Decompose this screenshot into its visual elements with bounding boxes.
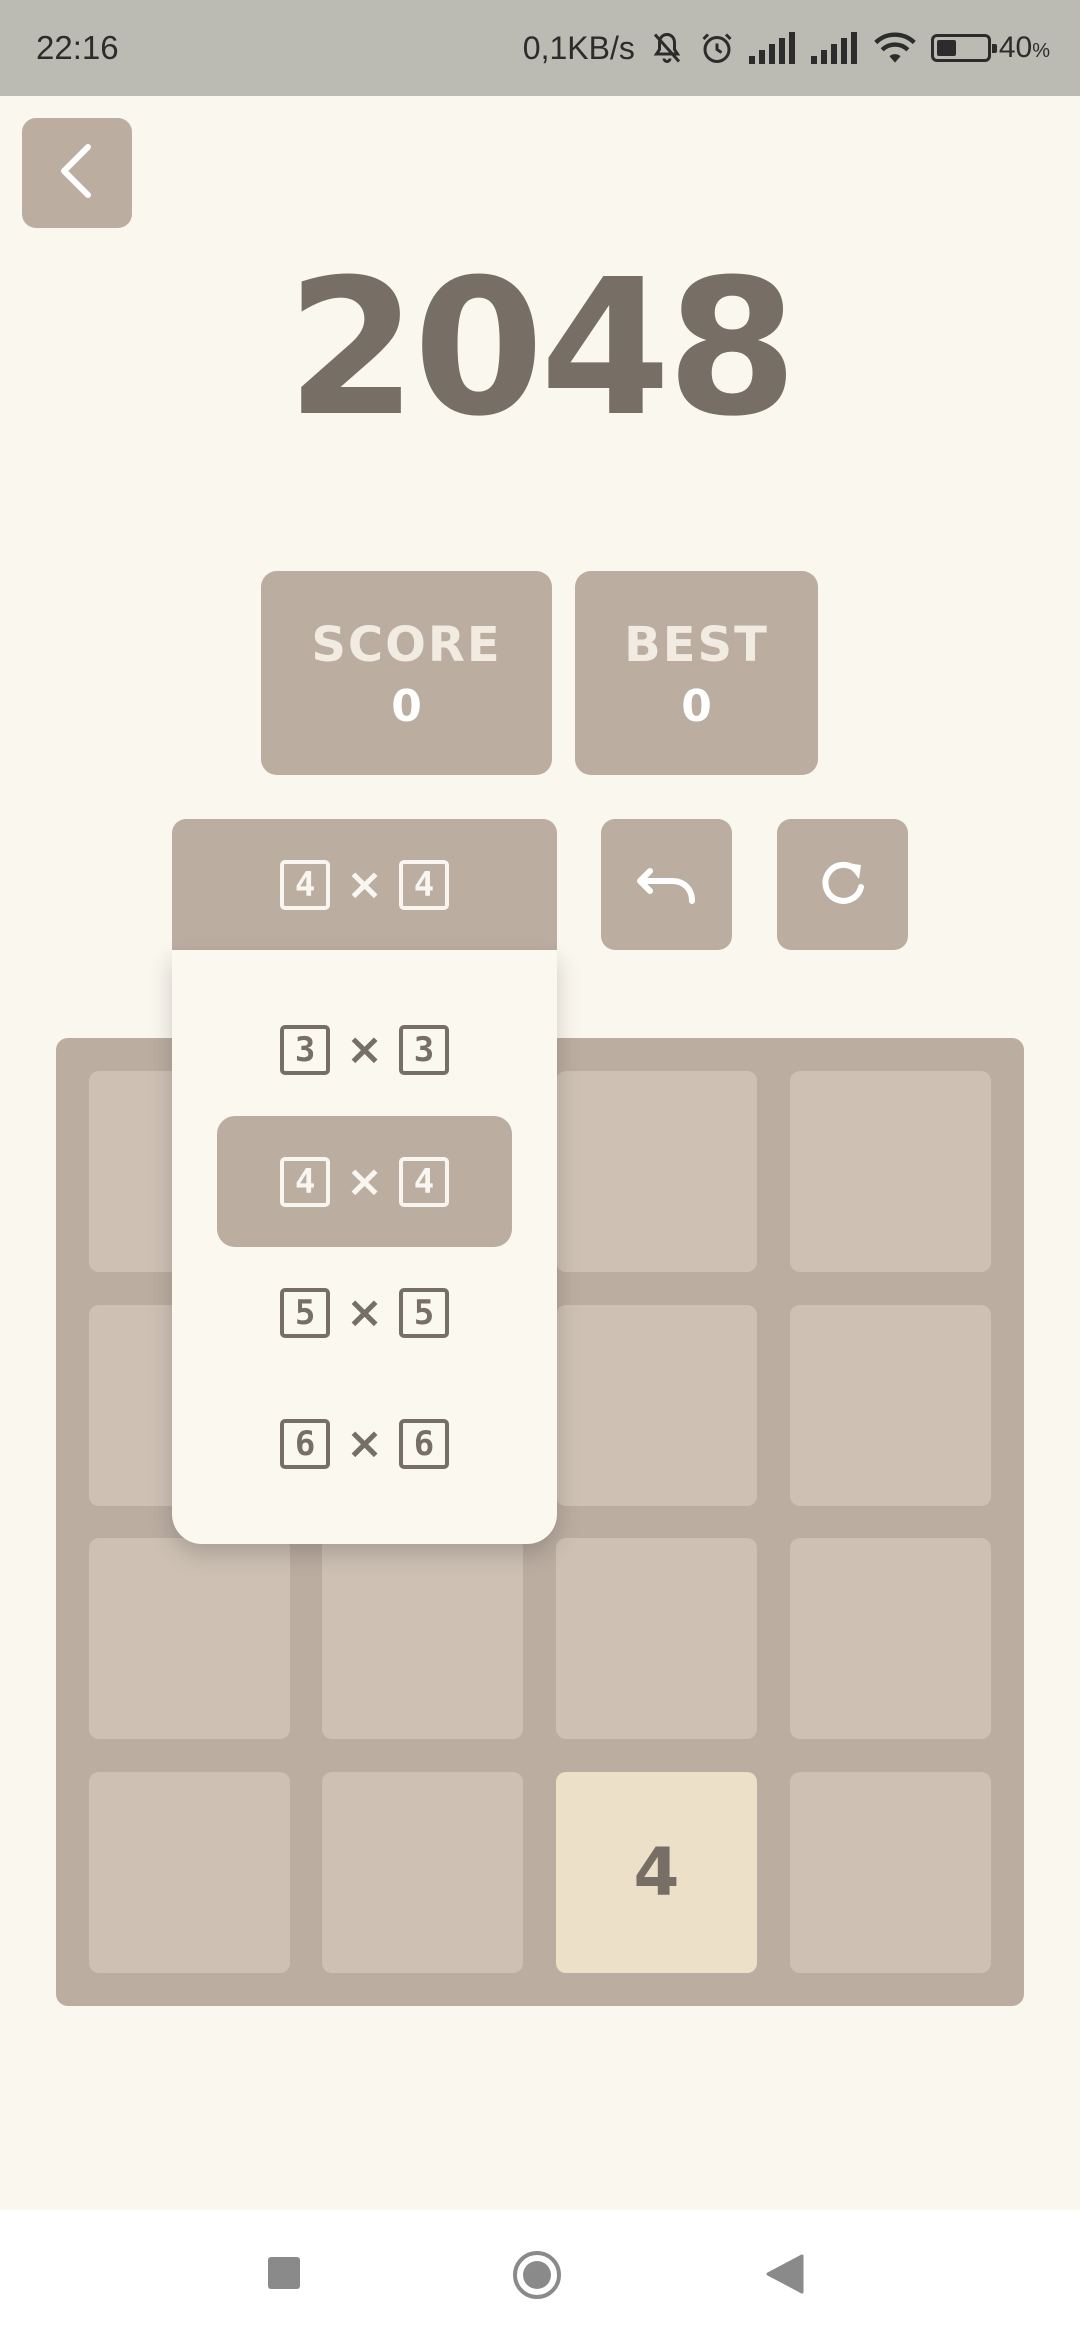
battery-icon: 40%	[930, 31, 1050, 65]
system-nav-bar	[0, 2210, 1080, 2340]
status-icons: 0,1KB/s 40%	[523, 30, 1050, 67]
grid-cell	[89, 1772, 290, 1973]
grid-cell	[790, 1071, 991, 1272]
grid-cell	[790, 1305, 991, 1506]
signal-icon	[810, 32, 859, 64]
score-label: SCORE	[311, 617, 502, 674]
wifi-icon	[873, 31, 917, 65]
grid-cell	[790, 1538, 991, 1739]
back-triangle-icon[interactable]	[764, 2252, 804, 2300]
size-option-4x4[interactable]: 4 × 4	[217, 1116, 512, 1247]
game-title: 2048	[286, 239, 797, 458]
board-size-dropdown: 3 × 3 4 × 4 5 × 5 6 × 6	[172, 950, 557, 1544]
score-value: 0	[391, 680, 422, 732]
size-option-5x5[interactable]: 5 × 5	[217, 1247, 512, 1378]
times-symbol: ×	[346, 858, 383, 910]
mute-bell-icon	[649, 30, 685, 66]
restart-button[interactable]	[777, 819, 908, 950]
grid-cell	[556, 1538, 757, 1739]
size-option-3x3[interactable]: 3 × 3	[217, 984, 512, 1115]
grid-cell	[790, 1772, 991, 1973]
tile-4: 4	[556, 1772, 757, 1973]
grid-cell	[556, 1071, 757, 1272]
chevron-left-icon	[52, 141, 102, 205]
undo-button[interactable]	[601, 819, 732, 950]
home-circle-icon[interactable]	[512, 2250, 562, 2304]
recents-square-icon[interactable]	[266, 2255, 302, 2295]
status-time: 22:16	[36, 29, 119, 66]
battery-percent: 40	[998, 31, 1033, 64]
back-button[interactable]	[22, 118, 132, 228]
network-speed: 0,1KB/s	[522, 29, 635, 66]
board-size-select[interactable]: 4 × 4	[172, 819, 557, 950]
best-value: 0	[681, 680, 712, 732]
restart-icon	[817, 857, 869, 913]
signal-icon	[748, 32, 797, 64]
grid-cell	[89, 1538, 290, 1739]
undo-icon	[636, 861, 698, 909]
size-cols: 4	[398, 859, 449, 910]
score-box: SCORE 0	[261, 571, 552, 775]
grid-cell	[322, 1538, 523, 1739]
best-label: BEST	[624, 617, 769, 674]
grid-cell	[556, 1305, 757, 1506]
best-score-box: BEST 0	[575, 571, 818, 775]
status-bar: 22:16 0,1KB/s 40%	[0, 0, 1080, 96]
alarm-icon	[699, 30, 735, 66]
tile-value: 4	[633, 1834, 680, 1911]
battery-level	[936, 40, 957, 56]
grid-cell	[322, 1772, 523, 1973]
size-option-6x6[interactable]: 6 × 6	[217, 1378, 512, 1509]
size-rows: 4	[280, 859, 331, 910]
